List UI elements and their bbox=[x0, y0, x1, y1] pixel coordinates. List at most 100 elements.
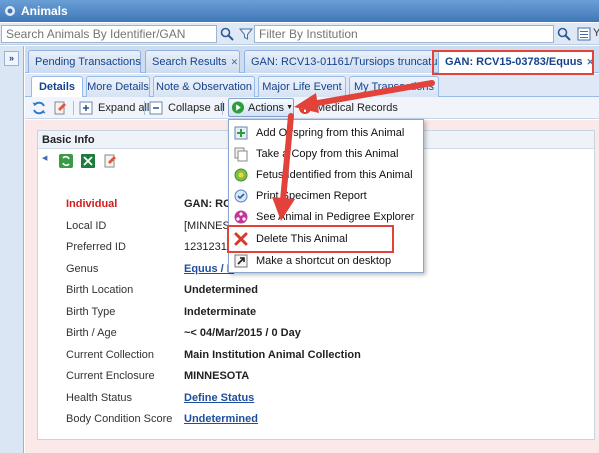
collapse-all-button[interactable]: Collapse all bbox=[149, 100, 225, 116]
copy-icon bbox=[234, 147, 248, 161]
field-label: Current Collection bbox=[66, 349, 155, 361]
search-right-label: Y bbox=[593, 27, 599, 39]
medical-records-button[interactable]: Medical Records bbox=[298, 100, 398, 116]
subtab-label: More Details bbox=[87, 81, 149, 93]
filter-icon bbox=[238, 28, 254, 40]
field-label: Birth / Age bbox=[66, 327, 117, 339]
institution-filter-input[interactable] bbox=[254, 25, 554, 43]
edit-tool-icon[interactable] bbox=[52, 100, 68, 116]
window-title: Animals bbox=[21, 4, 68, 18]
field-label: Body Condition Score bbox=[66, 413, 173, 425]
search-icon[interactable] bbox=[219, 26, 235, 42]
detail-toolbar: Expand all Collapse all Actions ▼ Medica… bbox=[25, 97, 599, 119]
detail-tab-bar: Details More Details Note & Observation … bbox=[25, 74, 599, 97]
body-condition-link[interactable]: Undetermined bbox=[184, 413, 258, 425]
actions-menu-button[interactable]: Actions ▼ bbox=[228, 98, 294, 117]
field-label: Preferred ID bbox=[66, 241, 126, 253]
medical-records-icon bbox=[299, 102, 311, 114]
list-view-icon[interactable] bbox=[576, 26, 592, 42]
menu-item-pedigree-explorer[interactable]: See Animal in Pedigree Explorer bbox=[229, 206, 423, 227]
pedigree-icon bbox=[234, 210, 248, 223]
field-row-current-collection: Current Collection Main Institution Anim… bbox=[38, 349, 594, 367]
identifier-search-input[interactable] bbox=[1, 25, 217, 43]
field-label: Health Status bbox=[66, 392, 133, 404]
expand-panel-button[interactable]: » bbox=[4, 51, 19, 66]
collapse-triangle-icon[interactable]: ◀ bbox=[42, 154, 47, 162]
menu-item-take-copy[interactable]: Take a Copy from this Animal bbox=[229, 143, 423, 164]
medical-records-label: Medical Records bbox=[316, 102, 398, 114]
actions-arrow-icon bbox=[231, 101, 245, 114]
toolbar-separator bbox=[73, 101, 74, 115]
menu-item-label: Print Specimen Report bbox=[256, 189, 367, 202]
west-panel-collapsed: » bbox=[0, 46, 24, 453]
subtab-details[interactable]: Details bbox=[31, 76, 83, 97]
tab-gan-rcv13-01161[interactable]: GAN: RCV13-01161/Tursiops truncatus ✕ bbox=[244, 50, 455, 73]
field-row-current-enclosure: Current Enclosure MINNESOTA bbox=[38, 370, 594, 388]
recycle-icon[interactable] bbox=[58, 153, 74, 169]
shortcut-icon bbox=[234, 254, 248, 267]
excel-icon[interactable] bbox=[80, 153, 96, 169]
expand-all-button[interactable]: Expand all bbox=[79, 100, 149, 116]
refresh-icon[interactable] bbox=[31, 100, 47, 116]
tab-pending-transactions[interactable]: Pending Transactions bbox=[28, 50, 141, 73]
field-label: Genus bbox=[66, 263, 99, 275]
chevron-down-icon: ▼ bbox=[286, 104, 293, 111]
field-row-body-condition-score: Body Condition Score Undetermined bbox=[38, 413, 594, 431]
field-value: Undetermined bbox=[184, 284, 258, 296]
close-icon[interactable]: ✕ bbox=[587, 57, 595, 68]
expand-all-icon bbox=[79, 101, 93, 115]
subtab-label: Note & Observation bbox=[156, 81, 252, 93]
tab-label: Search Results bbox=[152, 56, 227, 68]
menu-item-fetus-identified[interactable]: Fetus Identified from this Animal bbox=[229, 164, 423, 185]
menu-item-label: Add Offspring from this Animal bbox=[256, 126, 405, 139]
actions-dropdown-menu: Add Offspring from this Animal Take a Co… bbox=[228, 119, 424, 273]
menu-item-add-offspring[interactable]: Add Offspring from this Animal bbox=[229, 122, 423, 143]
edit-record-icon[interactable] bbox=[102, 153, 118, 169]
actions-label: Actions bbox=[247, 101, 285, 114]
collapse-all-icon bbox=[149, 101, 163, 115]
field-row-health-status: Health Status Define Status bbox=[38, 392, 594, 410]
field-label: Birth Location bbox=[66, 284, 134, 296]
print-report-icon bbox=[234, 189, 248, 202]
subtab-major-life-event[interactable]: Major Life Event bbox=[258, 76, 346, 97]
expand-all-label: Expand all bbox=[98, 102, 150, 114]
window-title-bar: Animals bbox=[0, 0, 599, 22]
tab-label: Pending Transactions bbox=[35, 56, 141, 68]
close-icon[interactable]: ✕ bbox=[231, 57, 239, 68]
subtab-my-transactions[interactable]: My Transactions bbox=[349, 76, 439, 97]
field-value: Main Institution Animal Collection bbox=[184, 349, 361, 361]
field-label: Local ID bbox=[66, 220, 107, 232]
menu-item-make-shortcut[interactable]: Make a shortcut on desktop bbox=[229, 250, 423, 271]
delete-icon bbox=[234, 232, 248, 245]
main-tab-bar: Pending Transactions Search Results ✕ GA… bbox=[25, 46, 599, 73]
field-value: ~< 04/Mar/2015 / 0 Day bbox=[184, 327, 301, 339]
collapse-all-label: Collapse all bbox=[168, 102, 225, 114]
field-value: Indeterminate bbox=[184, 306, 257, 318]
tab-gan-rcv15-03783[interactable]: GAN: RCV15-03783/Equus ✕ bbox=[438, 50, 595, 73]
field-row-birth-age: Birth / Age ~< 04/Mar/2015 / 0 Day bbox=[38, 327, 594, 345]
subtab-label: My Transactions bbox=[353, 81, 435, 93]
animals-icon bbox=[5, 6, 15, 16]
tab-label: GAN: RCV13-01161/Tursiops truncatus bbox=[251, 56, 443, 68]
field-label: Individual bbox=[66, 198, 118, 210]
field-value: MINNESOTA bbox=[184, 370, 250, 382]
menu-item-label: Make a shortcut on desktop bbox=[256, 254, 392, 267]
toolbar-separator bbox=[222, 101, 223, 115]
tab-label: GAN: RCV15-03783/Equus bbox=[445, 56, 583, 68]
institution-search-icon[interactable] bbox=[556, 26, 572, 42]
field-label: Current Enclosure bbox=[66, 370, 155, 382]
menu-item-label: Fetus Identified from this Animal bbox=[256, 168, 413, 181]
tab-search-results[interactable]: Search Results ✕ bbox=[145, 50, 240, 73]
menu-item-delete-animal[interactable]: Delete This Animal bbox=[229, 228, 423, 249]
subtab-more-details[interactable]: More Details bbox=[86, 76, 150, 97]
subtab-note-observation[interactable]: Note & Observation bbox=[153, 76, 255, 97]
menu-item-label: Take a Copy from this Animal bbox=[256, 147, 399, 160]
define-status-link[interactable]: Define Status bbox=[184, 392, 254, 404]
toolbar-separator bbox=[144, 101, 145, 115]
fetus-icon bbox=[234, 168, 248, 181]
add-offspring-icon bbox=[234, 126, 248, 139]
subtab-label: Details bbox=[38, 81, 76, 93]
menu-item-print-specimen[interactable]: Print Specimen Report bbox=[229, 185, 423, 206]
menu-item-label: Delete This Animal bbox=[256, 232, 348, 245]
genus-link[interactable]: Equus / E bbox=[184, 263, 234, 275]
